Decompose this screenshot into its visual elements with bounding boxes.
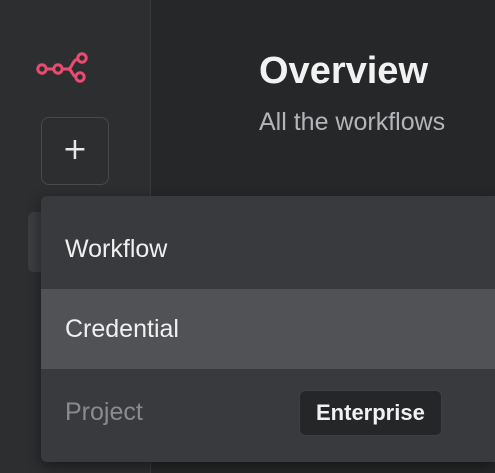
page-subtitle: All the workflows <box>259 108 446 136</box>
new-button[interactable]: + <box>41 117 109 185</box>
menu-item-workflow[interactable]: Workflow <box>41 209 495 289</box>
create-dropdown-menu: Workflow Credential Project Enterprise <box>41 196 495 462</box>
menu-item-credential[interactable]: Credential <box>41 289 495 369</box>
enterprise-badge: Enterprise <box>299 390 442 436</box>
plus-icon: + <box>62 132 88 167</box>
page-title: Overview <box>259 50 428 92</box>
app-window: + Overview All the workflows Workflow Cr… <box>0 0 495 473</box>
n8n-logo-icon[interactable] <box>34 50 110 84</box>
